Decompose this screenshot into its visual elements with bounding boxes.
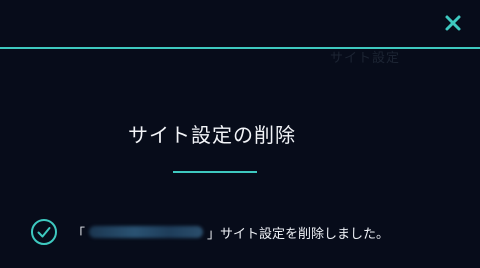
modal-overlay: サイト設定 サイト設定の削除 「 」 サイト設定を削除しました。 — [0, 0, 480, 268]
success-message: 「 」 サイト設定を削除しました。 — [72, 223, 389, 242]
success-message-row: 「 」 サイト設定を削除しました。 — [30, 218, 389, 246]
message-open-bracket: 「 — [72, 226, 86, 242]
close-icon — [445, 15, 461, 31]
message-text: サイト設定を削除しました。 — [220, 226, 390, 242]
background-page-title: サイト設定 — [330, 51, 401, 66]
redacted-site-name — [89, 226, 204, 238]
title-underline — [173, 171, 257, 173]
header-divider — [0, 47, 480, 49]
dialog-title: サイト設定の削除 — [128, 123, 296, 147]
check-circle-icon — [30, 218, 58, 246]
close-button[interactable] — [440, 10, 466, 36]
message-close-bracket: 」 — [207, 226, 221, 242]
